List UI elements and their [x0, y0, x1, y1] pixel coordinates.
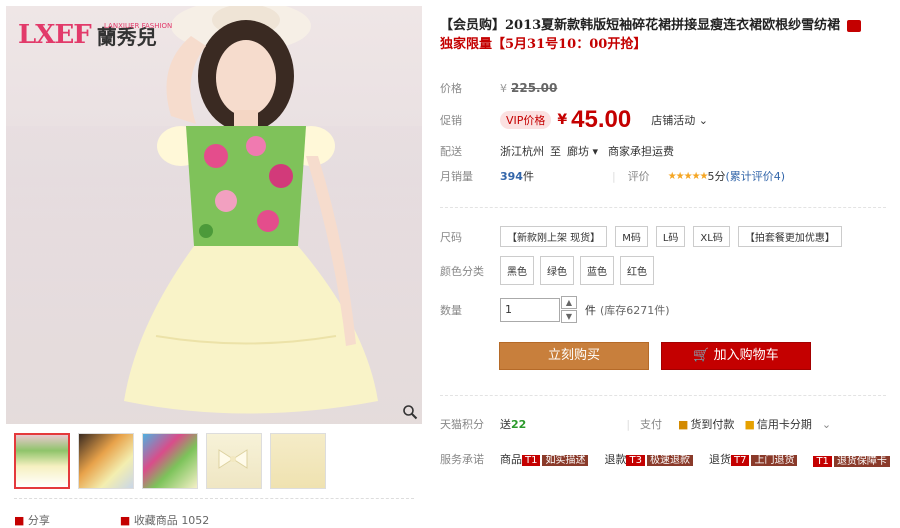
quantity-stepper: ▲ ▼ — [561, 296, 577, 323]
size-option-xl[interactable]: XL码 — [693, 226, 730, 247]
add-to-cart-button[interactable]: 🛒 加入购物车 — [661, 342, 811, 370]
separator: | — [611, 169, 616, 183]
size-option-m[interactable]: M码 — [615, 226, 648, 247]
stock-count: (库存6271件) — [600, 303, 670, 317]
share-icon: ■ — [14, 514, 25, 527]
promo-price-row: 促销 VIP价格 ¥ 45.00 店铺活动 ⌄ — [440, 106, 708, 134]
dest-chevron-icon: ▾ — [592, 145, 599, 158]
quantity-label: 数量 — [440, 303, 462, 317]
chevron-down-icon[interactable]: ⌄ — [822, 418, 831, 431]
divider — [440, 207, 886, 208]
credit-text: 信用卡分期 — [756, 418, 812, 431]
size-row: 尺码 【新款刚上架 现货】 M码 L码 XL码 【拍套餐更加优惠】 — [440, 226, 850, 247]
thumbnail-4[interactable] — [206, 433, 262, 489]
thumbnail-strip — [14, 433, 326, 489]
model-illustration — [124, 6, 378, 414]
bow-icon — [218, 449, 248, 469]
brand-sub: LANXIUER FASHION — [104, 22, 173, 30]
service-row: 服务承诺 商品 T1 如实描述 退款 T3 极速退款 退货 T7 上门退货 T1 退货保障卡 — [440, 451, 890, 467]
points-label: 天猫积分 — [440, 418, 484, 431]
thumbnail-3[interactable] — [142, 433, 198, 489]
monthly-sales-count: 394 — [500, 169, 523, 183]
size-option-l[interactable]: L码 — [655, 226, 686, 247]
points-prefix: 送 — [500, 418, 511, 431]
gift-icon — [846, 19, 861, 32]
increase-icon[interactable]: ▲ — [561, 296, 577, 309]
shipping-from: 浙江杭州 — [500, 145, 544, 158]
promo-label: 促销 — [440, 114, 462, 127]
product-title: 【会员购】2013夏新款韩版短袖碎花裙拼接显瘦连衣裙欧根纱雪纺裙 — [440, 16, 888, 35]
shipping-row: 配送 浙江杭州 至 廊坊 ▾ 商家承担运费 — [440, 143, 674, 159]
heart-icon: ■ — [119, 514, 131, 527]
color-row: 颜色分类 黑色 绿色 蓝色 红色 — [440, 256, 660, 285]
quantity-input[interactable]: 1 — [500, 297, 560, 322]
cod-icon: ■ — [678, 417, 689, 431]
cart-icon: 🛒 — [693, 348, 710, 363]
color-option-red[interactable]: 红色 — [620, 256, 654, 285]
action-buttons: 立刻购买 🛒 加入购物车 — [499, 342, 811, 370]
quantity-row: 数量 1 ▲ ▼ 件 (库存6271件) — [440, 296, 670, 323]
product-subtitle: 独家限量【5月31号10：00开抢】 — [440, 37, 647, 52]
credit-card-icon: ■ — [744, 417, 755, 431]
product-detail: 【会员购】2013夏新款韩版短袖碎花裙拼接显瘦连衣裙欧根纱雪纺裙 独家限量【5月… — [440, 16, 888, 55]
service-item-1[interactable]: 商品 T1 如实描述 — [500, 451, 589, 467]
divider — [14, 498, 414, 499]
thumbnail-5[interactable] — [270, 433, 326, 489]
shipping-destination[interactable]: 廊坊 ▾ — [567, 143, 598, 159]
service-item-4[interactable]: T1 退货保障卡 — [813, 452, 890, 467]
color-label: 颜色分类 — [440, 264, 484, 278]
zoom-icon[interactable] — [402, 404, 418, 420]
currency-symbol: ¥ — [500, 81, 507, 95]
service-label: 服务承诺 — [440, 453, 484, 466]
review-count-link[interactable]: (累计评价4) — [726, 168, 786, 184]
promo-price: 45.00 — [571, 106, 632, 133]
brand-logo: LXEF 蘭秀兒 LANXIUER FASHION — [18, 20, 172, 50]
rating-stars: ★★★★★ — [667, 170, 709, 182]
promo-currency: ¥ — [557, 112, 568, 128]
payment-label: 支付 — [640, 418, 663, 431]
service-item-3[interactable]: 退货 T7 上门退货 — [709, 451, 798, 467]
monthly-sales-unit: 件 — [522, 170, 534, 183]
vip-price-tag: VIP价格 — [500, 111, 552, 129]
size-option[interactable]: 【新款刚上架 现货】 — [500, 226, 608, 247]
service-item-2[interactable]: 退款 T3 极速退款 — [604, 451, 693, 467]
original-price: 225.00 — [511, 81, 558, 95]
rating-score: 5分 — [707, 170, 726, 183]
rating-label: 评价 — [627, 170, 650, 183]
shipping-to-word: 至 — [550, 145, 561, 158]
color-option-green[interactable]: 绿色 — [540, 256, 574, 285]
shipping-label: 配送 — [440, 145, 462, 158]
points-value: 22 — [511, 417, 527, 431]
sales-row: 月销量 394 件 | 评价 ★★★★★ 5分 (累计评价4) — [440, 168, 785, 184]
quantity-unit: 件 — [585, 303, 596, 317]
separator: | — [626, 417, 631, 431]
shipping-note: 商家承担运费 — [608, 145, 675, 158]
share-link[interactable]: ■ 分享 — [14, 512, 50, 528]
size-label: 尺码 — [440, 230, 462, 244]
main-product-image[interactable]: LXEF 蘭秀兒 LANXIUER FASHION — [6, 6, 422, 424]
brand-mark: LXEF — [18, 20, 92, 50]
chevron-down-icon: ⌄ — [698, 114, 708, 127]
thumbnail-1[interactable] — [14, 433, 70, 489]
monthly-sales-label: 月销量 — [440, 170, 473, 183]
thumbnail-2[interactable] — [78, 433, 134, 489]
points-payment-row: 天猫积分 送 22 | 支付 ■ 货到付款 ■ 信用卡分期 ⌄ — [440, 416, 831, 432]
favorite-link[interactable]: ■ 收藏商品 1052 — [120, 512, 209, 528]
size-option-bundle[interactable]: 【拍套餐更加优惠】 — [737, 226, 842, 247]
color-option-black[interactable]: 黑色 — [500, 256, 534, 285]
price-label: 价格 — [440, 82, 462, 95]
store-activity-dropdown[interactable]: 店铺活动 ⌄ — [651, 112, 708, 128]
color-option-blue[interactable]: 蓝色 — [580, 256, 614, 285]
share-bar: ■ 分享 ■ 收藏商品 1052 — [14, 512, 209, 528]
buy-now-button[interactable]: 立刻购买 — [499, 342, 649, 370]
divider — [440, 395, 886, 396]
cod-text: 货到付款 — [690, 418, 735, 431]
original-price-row: 价格 ¥ 225.00 — [440, 80, 557, 96]
decrease-icon[interactable]: ▼ — [561, 310, 577, 323]
